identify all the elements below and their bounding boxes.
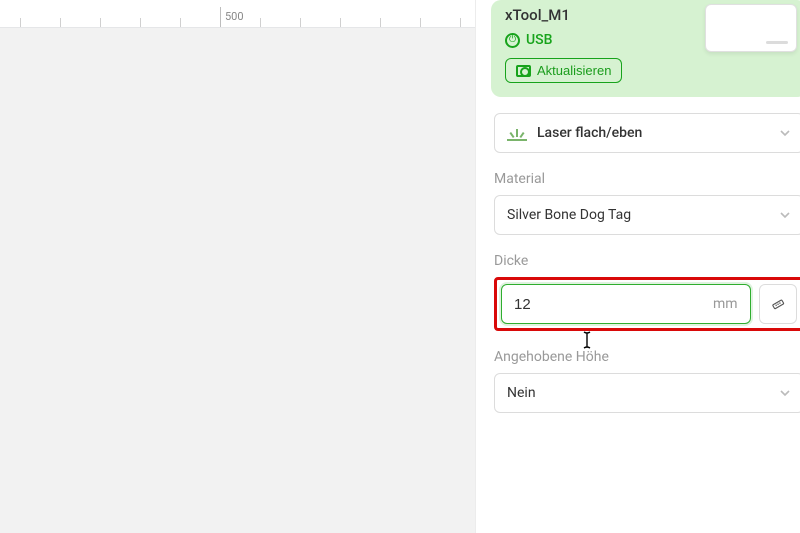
laser-flat-icon [507,125,527,141]
thickness-input-wrap[interactable]: mm [501,284,751,324]
ruler-tick-label: 500 [225,10,244,23]
ruler-horizontal: 500 [0,0,475,28]
connection-label: USB [526,32,552,48]
mode-value: Laser flach/eben [537,125,642,141]
thickness-row-highlight: mm [494,277,800,331]
thickness-measure-button[interactable] [759,284,797,324]
refresh-button[interactable]: Aktualisieren [505,58,622,83]
settings-sidebar: xTool_M1 ⏻ USB Aktualisieren Laser flach… [475,0,800,533]
text-cursor-icon [581,330,593,350]
material-value: Silver Bone Dog Tag [507,207,631,223]
raised-select[interactable]: Nein [494,373,800,413]
canvas-area[interactable]: 500 [0,0,475,533]
chevron-down-icon [779,387,791,399]
material-select[interactable]: Silver Bone Dog Tag [494,195,800,235]
raised-value: Nein [507,385,536,401]
canvas-surface[interactable] [0,28,475,533]
refresh-label: Aktualisieren [537,63,611,78]
chevron-down-icon [779,209,791,221]
thickness-input[interactable] [514,296,713,313]
thickness-heading: Dicke [494,253,800,269]
device-image [705,4,797,52]
raised-heading: Angehobene Höhe [494,349,800,365]
power-icon: ⏻ [505,33,520,48]
thickness-unit: mm [713,296,738,312]
device-card: xTool_M1 ⏻ USB Aktualisieren [491,0,800,97]
material-heading: Material [494,171,800,187]
ruler-icon [771,297,785,311]
mode-select[interactable]: Laser flach/eben [494,113,800,153]
camera-icon [516,65,531,77]
chevron-down-icon [779,127,791,139]
